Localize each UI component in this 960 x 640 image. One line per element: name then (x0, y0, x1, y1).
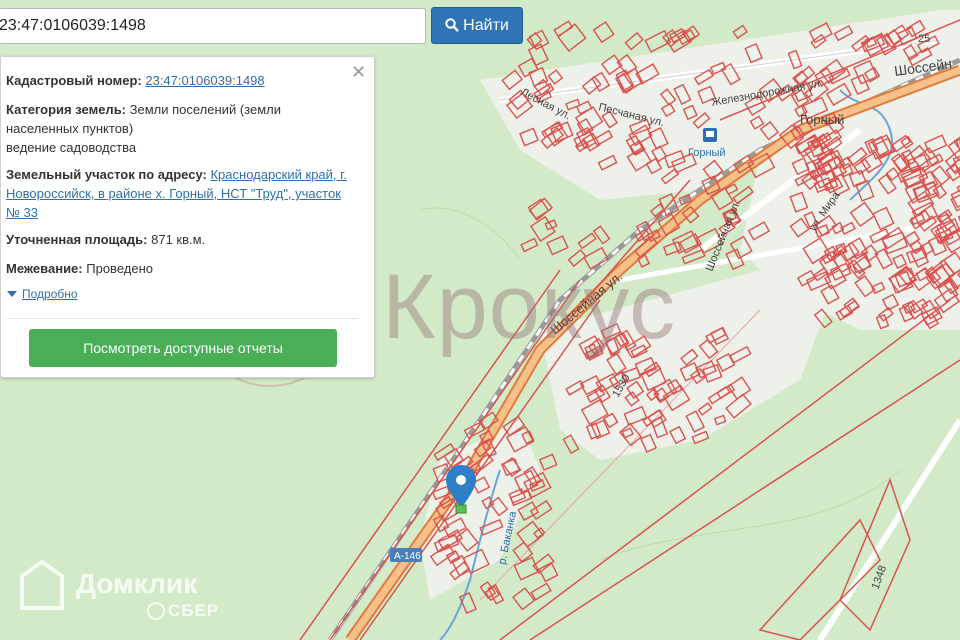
area-label: Уточненная площадь: (6, 232, 148, 247)
area-row: Уточненная площадь: 871 кв.м. (6, 230, 361, 249)
search-input[interactable]: 23:47:0106039:1498 (0, 8, 426, 44)
watermark-domclick: Домклик (76, 568, 198, 599)
triangle-down-icon (7, 291, 17, 297)
address-link-3[interactable]: № 33 (6, 205, 38, 220)
survey-label: Межевание: (6, 261, 83, 276)
address-link-2[interactable]: Новороссийск, в районе х. Горный, НСТ "Т… (6, 186, 341, 201)
watermark-krokus: Крокус (382, 256, 677, 358)
survey-value: Проведено (86, 261, 153, 276)
divider (6, 318, 358, 319)
area-value: 871 кв.м. (151, 232, 206, 247)
category-row: Категория земель: Земли поселений (земли… (6, 100, 361, 157)
category-value-2: населенных пунктов) (6, 121, 134, 136)
address-link-1[interactable]: Краснодарский край, г. (210, 167, 346, 182)
search-icon (445, 18, 460, 32)
label-gorny-village: Горный (800, 112, 844, 127)
view-reports-button[interactable]: Посмотреть доступные отчеты (29, 329, 337, 367)
survey-row: Межевание: Проведено (6, 259, 361, 278)
cadastral-link[interactable]: 23:47:0106039:1498 (145, 73, 264, 88)
highway-shield: А-146 (390, 548, 422, 562)
category-label: Категория земель: (6, 102, 127, 117)
category-value-3: ведение садоводства (6, 140, 137, 155)
cadastral-label: Кадастровый номер: (6, 73, 142, 88)
train-station-icon (703, 128, 717, 142)
svg-text:А-146: А-146 (394, 551, 421, 562)
address-label: Земельный участок по адресу: (6, 167, 207, 182)
cadastral-row: Кадастровый номер: 23:47:0106039:1498 (6, 71, 361, 90)
details-toggle[interactable]: Подробно (7, 287, 78, 301)
label-road-25: 25 (918, 33, 930, 45)
search-button-label: Найти (463, 17, 509, 34)
parcel-info-panel: ✕ Кадастровый номер: 23:47:0106039:1498 … (0, 56, 375, 378)
label-gorny-station: Горный (688, 147, 726, 159)
category-value-1: Земли поселений (земли (129, 102, 281, 117)
watermark-sber: СБЕР (168, 601, 220, 620)
address-row: Земельный участок по адресу: Краснодарск… (6, 165, 361, 222)
details-toggle-label: Подробно (22, 287, 78, 301)
search-button[interactable]: Найти (431, 7, 523, 44)
